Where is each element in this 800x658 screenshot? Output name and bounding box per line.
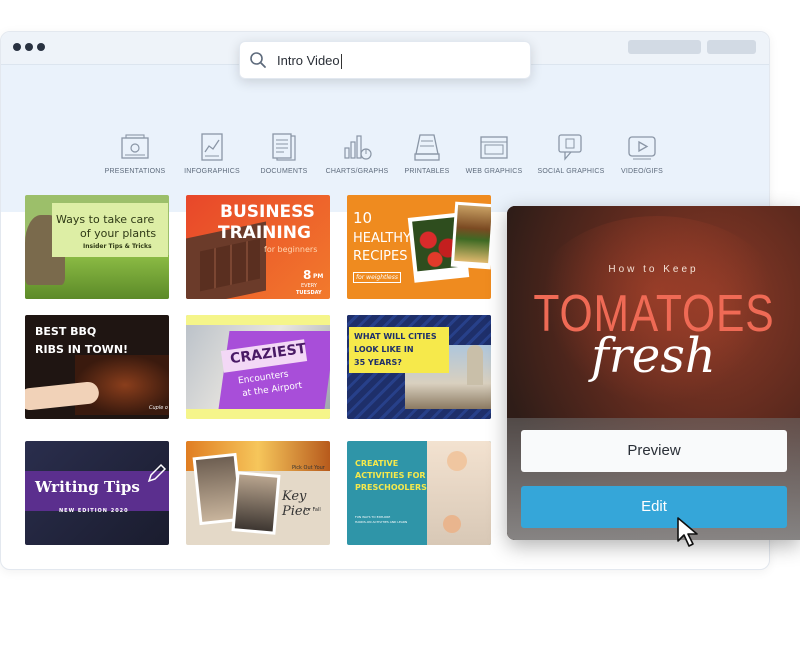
template-key-pieces[interactable]: Pick Out Your Key Piec for Fall (186, 441, 330, 545)
edit-button[interactable]: Edit (521, 486, 787, 528)
presentation-icon (121, 134, 149, 159)
template-text: ACTIVITIES FOR (355, 471, 426, 480)
template-text: EVERY (301, 283, 317, 289)
template-text: 10 (353, 209, 373, 227)
template-text: Ways to take care (56, 213, 155, 226)
template-text: FUN WAYS TO EXPLORE (355, 515, 391, 519)
window-menu-dots[interactable] (13, 43, 45, 51)
template-text: Writing Tips (35, 478, 140, 496)
template-text: for beginners (264, 245, 318, 254)
chart-icon (344, 135, 372, 160)
card-script-title: fresh (591, 328, 716, 384)
mouse-cursor-icon (677, 517, 698, 547)
document-icon (272, 133, 296, 161)
template-text: for weightless (353, 272, 401, 283)
template-text: Pick Out Your (292, 465, 325, 471)
template-text: HEALTHY (353, 231, 411, 246)
template-text: Key Piec (282, 489, 310, 519)
template-bbq-ribs[interactable]: BEST BBQ RIBS IN TOWN! Cuple o (25, 315, 169, 419)
template-craziest-encounters[interactable]: CRAZIEST Encounters at the Airport (186, 315, 330, 419)
template-text: WHAT WILL CITIES (354, 332, 437, 341)
template-preview-card: How to Keep TOMATOES fresh Preview Edit (507, 206, 800, 540)
template-text: RIBS IN TOWN! (35, 343, 129, 356)
template-plants[interactable]: Ways to take care of your plants Insider… (25, 195, 169, 299)
search-input[interactable]: Intro Video (277, 53, 342, 70)
category-label: VIDEO/GIFS (620, 168, 664, 175)
web-graphic-icon (480, 136, 508, 159)
search-icon (250, 52, 266, 68)
infographic-icon (201, 133, 223, 161)
template-text: LOOK LIKE IN (354, 345, 414, 354)
card-kicker: How to Keep (608, 264, 699, 275)
search-bar[interactable]: Intro Video (239, 41, 531, 79)
template-preschoolers[interactable]: CREATIVE ACTIVITIES FOR PRESCHOOLERS FUN… (347, 441, 491, 545)
template-text: HANDS-ON ACTIVITIES AND LEARN (355, 520, 408, 524)
category-video-gifs[interactable]: VIDEO/GIFS (597, 132, 687, 175)
template-text: Insider Tips & Tricks (83, 243, 152, 250)
template-text: RECIPES (353, 249, 408, 264)
printable-icon (414, 134, 440, 161)
video-icon (628, 136, 656, 160)
template-text: BUSINESS (220, 202, 315, 222)
titlebar-placeholder-1 (628, 40, 701, 54)
template-text: TRAINING (218, 223, 311, 243)
preview-button[interactable]: Preview (521, 430, 787, 472)
titlebar-placeholder-2 (707, 40, 756, 54)
template-writing-tips[interactable]: Writing Tips NEW EDITION 2020 (25, 441, 169, 545)
template-text: 35 YEARS? (354, 358, 402, 367)
template-text: BEST BBQ (35, 325, 97, 338)
template-text: TUESDAY (296, 290, 322, 296)
social-graphic-icon (558, 134, 582, 161)
pencil-icon (147, 463, 167, 483)
template-text: NEW EDITION 2020 (59, 508, 129, 514)
template-text: CREATIVE (355, 459, 399, 468)
template-text: Cuple o (149, 405, 168, 411)
template-text: PRESCHOOLERS (355, 483, 427, 492)
template-text: for Fall (304, 507, 321, 513)
template-business-training[interactable]: BUSINESS TRAINING for beginners 8 PM EVE… (186, 195, 330, 299)
template-text: of your plants (80, 227, 157, 240)
template-text: PM (313, 273, 324, 280)
template-healthy-recipes[interactable]: 10 HEALTHY RECIPES for weightless (347, 195, 491, 299)
template-text: 8 (303, 268, 312, 282)
template-cities[interactable]: WHAT WILL CITIES LOOK LIKE IN 35 YEARS? (347, 315, 491, 419)
